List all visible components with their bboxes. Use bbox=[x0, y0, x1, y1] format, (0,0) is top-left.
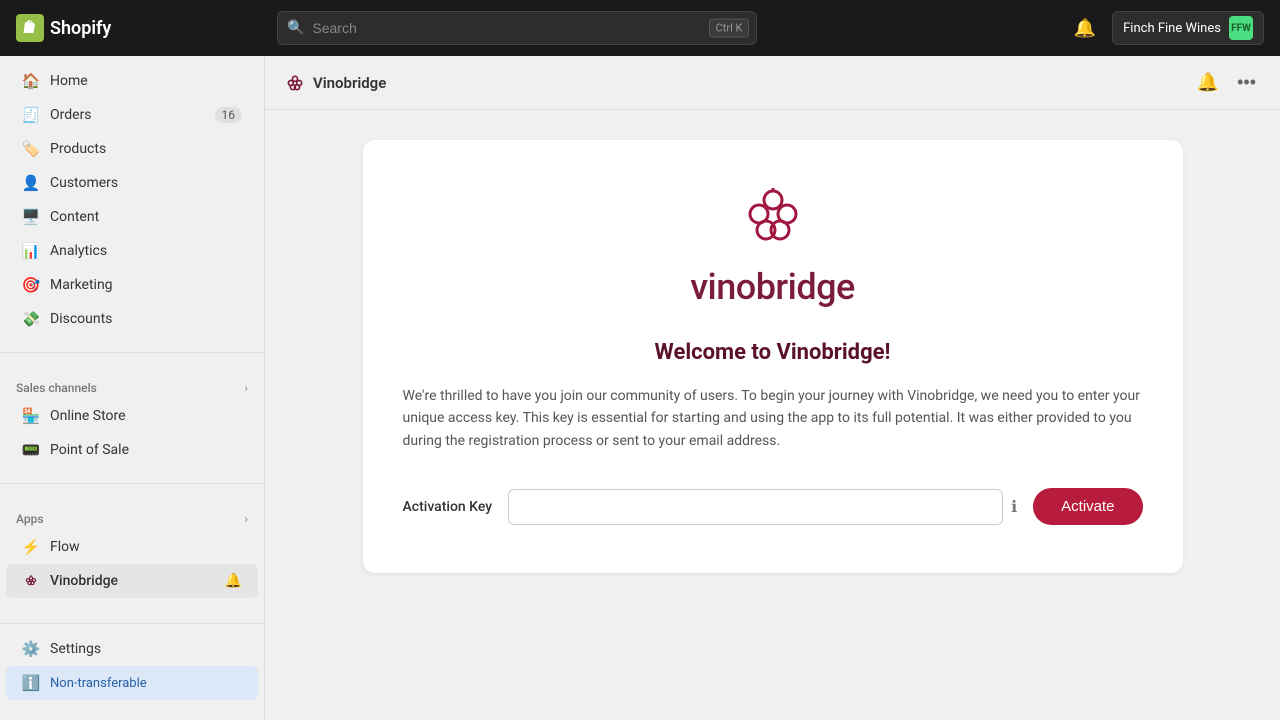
store-avatar: FFW bbox=[1229, 16, 1253, 40]
sidebar-item-analytics[interactable]: 📊 Analytics bbox=[6, 234, 258, 268]
card-description: We're thrilled to have you join our comm… bbox=[403, 385, 1143, 452]
analytics-icon: 📊 bbox=[22, 242, 40, 260]
sidebar-apps-section: Apps › ⚡ Flow bbox=[0, 492, 264, 606]
sales-channels-label: Sales channels › bbox=[0, 369, 264, 399]
store-selector[interactable]: Finch Fine Wines FFW bbox=[1112, 11, 1264, 45]
sidebar-bottom: ⚙️ Settings ℹ️ Non-transferable bbox=[0, 607, 264, 708]
info-circle-icon: ℹ️ bbox=[22, 674, 40, 692]
content-area: Vinobridge 🔔 ••• bbox=[265, 56, 1280, 720]
sidebar-item-non-transferable[interactable]: ℹ️ Non-transferable bbox=[6, 666, 258, 700]
orders-icon: 🧾 bbox=[22, 106, 40, 124]
sidebar-item-point-of-sale[interactable]: 📟 Point of Sale bbox=[6, 433, 258, 467]
sidebar-item-flow[interactable]: ⚡ Flow bbox=[6, 530, 258, 564]
vinobridge-notification-icon: 🔔 bbox=[225, 573, 242, 589]
search-bar: 🔍 Ctrl K bbox=[277, 11, 757, 45]
sidebar-item-content[interactable]: 🖥️ Content bbox=[6, 200, 258, 234]
content-header: Vinobridge 🔔 ••• bbox=[265, 56, 1280, 110]
sidebar-item-vinobridge[interactable]: Vinobridge 🔔 bbox=[6, 564, 258, 598]
store-name: Finch Fine Wines bbox=[1123, 21, 1221, 36]
sidebar-label-online-store: Online Store bbox=[50, 408, 242, 424]
sidebar-item-settings[interactable]: ⚙️ Settings bbox=[6, 632, 258, 666]
sidebar-divider-2 bbox=[0, 483, 264, 484]
activation-card: vinobridge Welcome to Vinobridge! We're … bbox=[363, 140, 1183, 573]
header-bell-button[interactable]: 🔔 bbox=[1193, 68, 1223, 97]
activation-key-label: Activation Key bbox=[403, 499, 493, 515]
shopify-wordmark: Shopify bbox=[50, 18, 111, 39]
grape-svg-icon bbox=[733, 188, 813, 258]
sidebar-label-products: Products bbox=[50, 141, 242, 157]
sidebar-label-customers: Customers bbox=[50, 175, 242, 191]
marketing-icon: 🎯 bbox=[22, 276, 40, 294]
sales-channels-chevron: › bbox=[244, 381, 248, 395]
sidebar-item-online-store[interactable]: 🏪 Online Store bbox=[6, 399, 258, 433]
sidebar-item-orders[interactable]: 🧾 Orders 16 bbox=[6, 98, 258, 132]
activation-key-input[interactable] bbox=[508, 489, 1003, 525]
sidebar-label-pos: Point of Sale bbox=[50, 442, 242, 458]
settings-icon: ⚙️ bbox=[22, 640, 40, 658]
shopify-logo-icon bbox=[16, 14, 44, 42]
sidebar-divider-1 bbox=[0, 352, 264, 353]
content-header-left: Vinobridge bbox=[285, 73, 386, 93]
apps-section-label: Apps › bbox=[0, 500, 264, 530]
activation-input-wrap: ℹ bbox=[508, 489, 1017, 525]
sidebar-label-orders: Orders bbox=[50, 107, 205, 123]
sidebar-item-discounts[interactable]: 💸 Discounts bbox=[6, 302, 258, 336]
activation-info-icon[interactable]: ℹ bbox=[1011, 497, 1017, 516]
products-icon: 🏷️ bbox=[22, 140, 40, 158]
content-icon: 🖥️ bbox=[22, 208, 40, 226]
pos-icon: 📟 bbox=[22, 441, 40, 459]
activate-button[interactable]: Activate bbox=[1033, 488, 1142, 525]
sidebar-label-settings: Settings bbox=[50, 641, 242, 657]
sidebar-label-home: Home bbox=[50, 73, 242, 89]
vinobridge-logo: vinobridge bbox=[690, 188, 855, 308]
sidebar-divider-3 bbox=[0, 623, 264, 624]
orders-badge: 16 bbox=[215, 107, 243, 123]
header-more-button[interactable]: ••• bbox=[1233, 68, 1260, 97]
sidebar-label-vinobridge: Vinobridge bbox=[50, 573, 215, 589]
search-shortcut: Ctrl K bbox=[709, 19, 750, 38]
sidebar-label-discounts: Discounts bbox=[50, 311, 242, 327]
flow-icon: ⚡ bbox=[22, 538, 40, 556]
shopify-logo[interactable]: Shopify bbox=[16, 14, 116, 42]
top-bar: Shopify 🔍 Ctrl K 🔔 Finch Fine Wines FFW bbox=[0, 0, 1280, 56]
search-input[interactable] bbox=[277, 11, 757, 45]
sidebar-item-products[interactable]: 🏷️ Products bbox=[6, 132, 258, 166]
sidebar-label-content: Content bbox=[50, 209, 242, 225]
discounts-icon: 💸 bbox=[22, 310, 40, 328]
sidebar-item-marketing[interactable]: 🎯 Marketing bbox=[6, 268, 258, 302]
vinobridge-sidebar-icon bbox=[22, 572, 40, 590]
content-header-right: 🔔 ••• bbox=[1193, 68, 1260, 97]
card-title: Welcome to Vinobridge! bbox=[655, 340, 891, 365]
notification-button[interactable]: 🔔 bbox=[1068, 11, 1102, 45]
content-header-title: Vinobridge bbox=[313, 74, 386, 92]
activation-row: Activation Key ℹ Activate bbox=[403, 488, 1143, 525]
home-icon: 🏠 bbox=[22, 72, 40, 90]
main-layout: 🏠 Home 🧾 Orders 16 🏷️ Products 👤 Custome… bbox=[0, 56, 1280, 720]
search-icon: 🔍 bbox=[287, 20, 304, 36]
sidebar-label-marketing: Marketing bbox=[50, 277, 242, 293]
sidebar-label-analytics: Analytics bbox=[50, 243, 242, 259]
top-bar-right: 🔔 Finch Fine Wines FFW bbox=[1068, 11, 1264, 45]
sidebar-sales-channels-section: Sales channels › 🏪 Online Store 📟 Point … bbox=[0, 361, 264, 475]
sidebar-main-section: 🏠 Home 🧾 Orders 16 🏷️ Products 👤 Custome… bbox=[0, 56, 264, 344]
sidebar-label-flow: Flow bbox=[50, 539, 242, 555]
sidebar-item-customers[interactable]: 👤 Customers bbox=[6, 166, 258, 200]
vinobridge-header-icon bbox=[285, 73, 305, 93]
sidebar-item-home[interactable]: 🏠 Home bbox=[6, 64, 258, 98]
online-store-icon: 🏪 bbox=[22, 407, 40, 425]
apps-chevron: › bbox=[244, 512, 248, 526]
sidebar: 🏠 Home 🧾 Orders 16 🏷️ Products 👤 Custome… bbox=[0, 56, 265, 720]
customers-icon: 👤 bbox=[22, 174, 40, 192]
vinobridge-wordmark: vinobridge bbox=[690, 266, 855, 308]
non-transferable-label: Non-transferable bbox=[50, 676, 147, 691]
